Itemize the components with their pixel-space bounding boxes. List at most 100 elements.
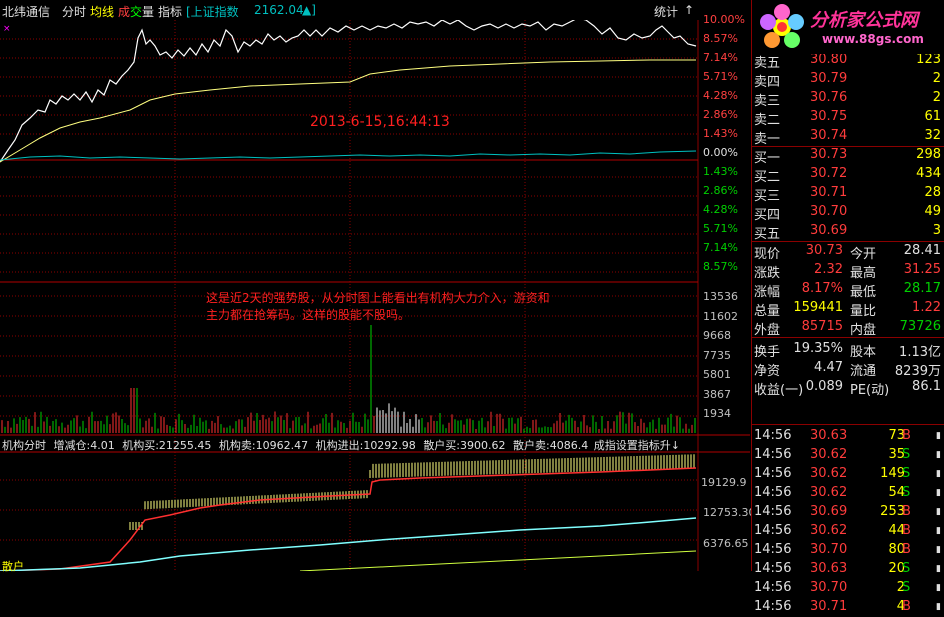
order-volume: 434 xyxy=(916,166,941,181)
logo-title: 分析家公式网 xyxy=(810,10,918,31)
quote-value: 4.47 xyxy=(814,360,843,375)
jigou-buy: 机构买:21255.45 xyxy=(122,439,212,451)
quote-row: 收益(一) 0.089 PE(动) 86.1 xyxy=(752,378,944,398)
quote-label: 涨跌 xyxy=(754,266,781,281)
pct-tick-label: 7.14% xyxy=(703,51,738,64)
order-label: 卖四 xyxy=(754,75,781,90)
indicator-settings[interactable]: 成指设置指标升↓ xyxy=(594,439,680,451)
quote-value: 30.73 xyxy=(805,243,843,258)
order-volume: 61 xyxy=(924,109,941,124)
order-volume: 3 xyxy=(932,223,941,238)
tick-time: 14:56 xyxy=(754,580,792,595)
order-row-buy[interactable]: 买三 30.71 28 xyxy=(752,184,944,204)
tick-row[interactable]: 14:56 30.62 35 S ▮ xyxy=(752,446,944,465)
order-row-sell[interactable]: 卖三 30.76 2 xyxy=(752,89,944,109)
order-volume: 123 xyxy=(916,52,941,67)
logo-url[interactable]: www.88gs.com xyxy=(822,32,924,46)
order-label: 买五 xyxy=(754,227,781,242)
order-price: 30.70 xyxy=(810,204,848,219)
tick-row[interactable]: 14:56 30.69 253 B ▮ xyxy=(752,503,944,522)
site-logo: 分析家公式网 www.88gs.com xyxy=(752,0,944,54)
tick-row[interactable]: 14:56 30.62 44 B ▮ xyxy=(752,522,944,541)
quote-value: 19.35% xyxy=(793,341,843,356)
order-row-buy[interactable]: 买四 30.70 49 xyxy=(752,203,944,223)
volume-tick-label: 5801 xyxy=(703,368,731,381)
tick-time: 14:56 xyxy=(754,599,792,614)
quote-label: PE(动) xyxy=(850,383,890,398)
intraday-chart[interactable]: × xyxy=(0,0,750,571)
order-row-sell[interactable]: 卖四 30.79 2 xyxy=(752,70,944,90)
order-label: 卖二 xyxy=(754,113,781,128)
quote-label: 现价 xyxy=(754,247,781,262)
tab-intraday[interactable]: 分时 xyxy=(62,3,86,20)
stock-name[interactable]: 北纬通信 xyxy=(2,3,50,20)
tick-scroll-icon: ▮ xyxy=(936,450,941,460)
tick-scroll-icon: ▮ xyxy=(936,545,941,555)
pct-tick-label: 4.28% xyxy=(703,89,738,102)
order-row-buy[interactable]: 买一 30.73 298 xyxy=(752,146,944,166)
order-label: 卖一 xyxy=(754,132,781,147)
quote-value: 1.22 xyxy=(912,300,941,315)
order-price: 30.76 xyxy=(810,90,848,105)
order-row-buy[interactable]: 买二 30.72 434 xyxy=(752,165,944,185)
sanhu-sell: 散户卖:4086.4 xyxy=(513,439,589,451)
order-price: 30.71 xyxy=(810,185,848,200)
quote-row: 总量 159441 量比 1.22 xyxy=(752,299,944,319)
quote-value: 85715 xyxy=(801,319,843,334)
order-price: 30.73 xyxy=(810,147,848,162)
tick-row[interactable]: 14:56 30.71 4 B ▮ xyxy=(752,598,944,617)
tick-price: 30.62 xyxy=(810,447,848,462)
sanhu-buy: 散户买:3900.62 xyxy=(423,439,506,451)
zengjiancang: 增减仓:4.01 xyxy=(53,439,115,451)
pct-tick-label: 4.28% xyxy=(703,203,738,216)
order-row-buy[interactable]: 买五 30.69 3 xyxy=(752,222,944,242)
tab-vol-jiao[interactable]: 交 xyxy=(130,3,142,20)
quote-label: 最高 xyxy=(850,266,877,281)
tick-row[interactable]: 14:56 30.70 2 S ▮ xyxy=(752,579,944,598)
tab-vol-cheng[interactable]: 成 xyxy=(118,3,130,20)
quote-panel: 卖五 30.80 123 卖四 30.79 2 卖三 30.76 2 卖二 30.75 61 卖一 30.… xyxy=(751,0,944,614)
tick-price: 30.62 xyxy=(810,523,848,538)
order-row-sell[interactable]: 卖一 30.74 32 xyxy=(752,127,944,147)
quote-row: 涨幅 8.17% 最低 28.17 xyxy=(752,280,944,300)
indicator-bar: 机构分时 增减仓:4.01 机构买:21255.45 机构卖:10962.47 … xyxy=(2,437,698,451)
tick-side: B xyxy=(902,542,911,557)
tick-row[interactable]: 14:56 30.70 80 B ▮ xyxy=(752,541,944,560)
index-arrow-icon: ▲] xyxy=(302,3,316,17)
quote-row: 换手 19.35% 股本 1.13亿 xyxy=(752,340,944,360)
volume-tick-label: 11602 xyxy=(703,309,738,323)
order-price: 30.79 xyxy=(810,71,848,86)
tab-indicator[interactable]: 指标 xyxy=(158,3,182,20)
quote-value: 31.25 xyxy=(903,262,941,277)
quote-label: 总量 xyxy=(754,304,781,319)
indicator-name[interactable]: 机构分时 xyxy=(2,439,46,451)
pct-tick-label: 1.43% xyxy=(703,165,738,178)
tick-price: 30.69 xyxy=(810,504,848,519)
order-price: 30.74 xyxy=(810,128,848,143)
lower-tick-label: 19129.9 xyxy=(701,476,747,489)
tick-price: 30.62 xyxy=(810,466,848,481)
quote-label: 股本 xyxy=(850,345,877,360)
volume-tick-label: 13536 xyxy=(703,290,738,303)
order-row-sell[interactable]: 卖二 30.75 61 xyxy=(752,108,944,128)
stats-button[interactable]: 统计 xyxy=(654,3,678,20)
up-arrow-icon[interactable]: ↑ xyxy=(684,3,694,17)
tick-row[interactable]: 14:56 30.63 73 B ▮ xyxy=(752,427,944,446)
tick-side: B xyxy=(902,428,911,443)
jigou-net: 机构进出:10292.98 xyxy=(315,439,416,451)
tab-vol-liang[interactable]: 量 xyxy=(142,3,154,20)
order-price: 30.69 xyxy=(810,223,848,238)
tab-average[interactable]: 均线 xyxy=(90,3,114,20)
tick-side: S xyxy=(902,466,911,481)
order-volume: 2 xyxy=(932,71,941,86)
index-name[interactable]: [上证指数 xyxy=(186,3,239,20)
tick-row[interactable]: 14:56 30.62 149 S ▮ xyxy=(752,465,944,484)
tick-row[interactable]: 14:56 30.62 54 S ▮ xyxy=(752,484,944,503)
pct-tick-label: 8.57% xyxy=(703,260,738,273)
tick-time: 14:56 xyxy=(754,447,792,462)
tick-time: 14:56 xyxy=(754,466,792,481)
quote-label: 净资 xyxy=(754,364,781,379)
tick-row[interactable]: 14:56 30.63 20 S ▮ xyxy=(752,560,944,579)
quote-label: 涨幅 xyxy=(754,285,781,300)
tick-side: S xyxy=(902,485,911,500)
